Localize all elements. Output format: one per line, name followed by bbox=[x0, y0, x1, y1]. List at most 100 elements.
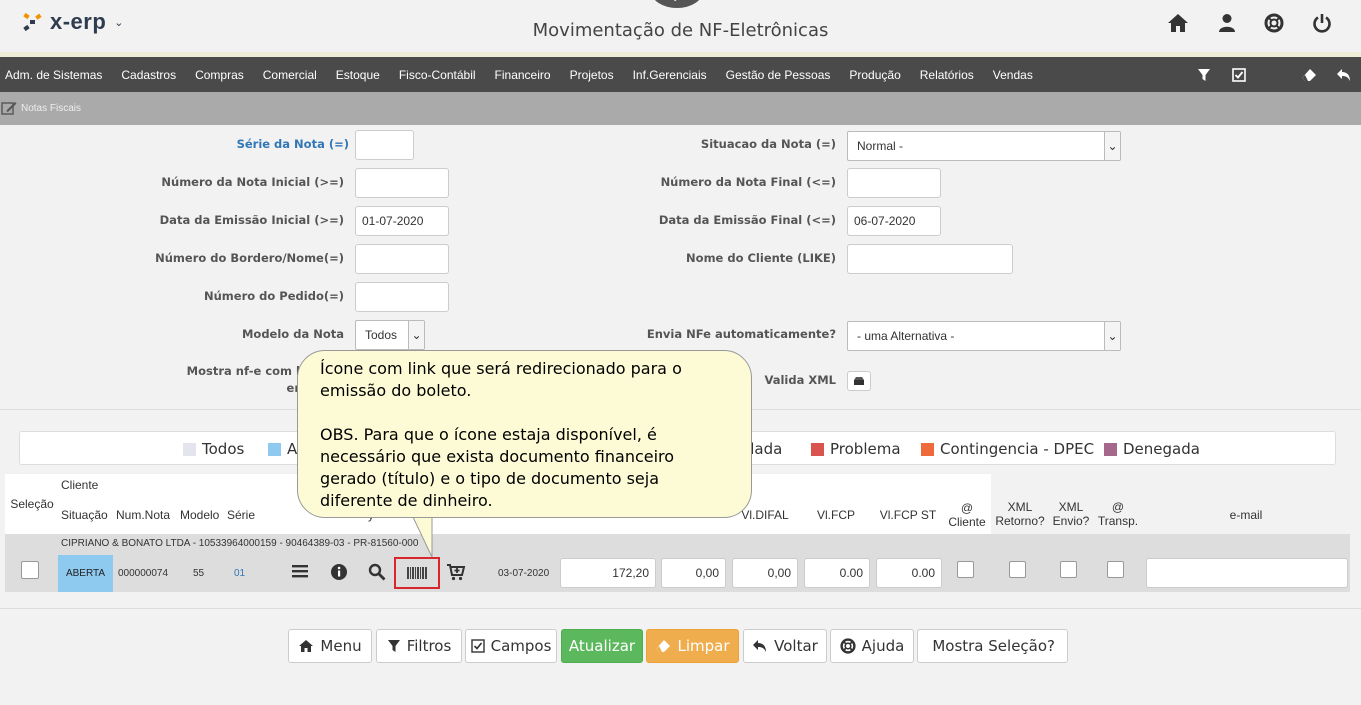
col-at-cliente: @ Cliente bbox=[948, 501, 986, 529]
row-xml-envio-checkbox[interactable] bbox=[1060, 561, 1077, 578]
nav-item-adm-sistemas[interactable]: Adm. de Sistemas bbox=[0, 68, 112, 82]
cliente-label: Nome do Cliente (LIKE) bbox=[686, 251, 836, 265]
row-vl-fcp-input[interactable]: 0.00 bbox=[804, 558, 870, 588]
voltar-button[interactable]: Voltar bbox=[743, 629, 827, 663]
menu-button[interactable]: Menu bbox=[288, 629, 372, 663]
callout-tail bbox=[411, 515, 435, 558]
row-vl-fcp-st-input[interactable]: 0.00 bbox=[876, 558, 942, 588]
col-email: e-mail bbox=[1229, 508, 1263, 522]
row-vl-difal-input[interactable]: 0,00 bbox=[732, 558, 798, 588]
home-icon bbox=[299, 640, 314, 652]
modelo-select[interactable]: Todos ⌄ bbox=[355, 320, 425, 350]
info-icon[interactable] bbox=[330, 563, 348, 584]
cliente-input[interactable] bbox=[847, 244, 1013, 274]
chevron-down-icon: ⌄ bbox=[1104, 132, 1120, 160]
row-num-nota: 000000074 bbox=[118, 568, 169, 579]
eraser-icon[interactable] bbox=[1292, 57, 1326, 92]
checkbox-icon[interactable] bbox=[1222, 57, 1256, 92]
nav-item-projetos[interactable]: Projetos bbox=[561, 68, 624, 82]
col-serie: Série bbox=[227, 508, 256, 522]
row-email-input[interactable] bbox=[1146, 558, 1348, 588]
help-lifebuoy-icon[interactable] bbox=[1261, 10, 1287, 36]
status-badge: ABERTA bbox=[58, 555, 113, 592]
nav-item-producao[interactable]: Produção bbox=[840, 68, 910, 82]
data-final-input[interactable]: 06-07-2020 bbox=[847, 206, 941, 236]
col-cliente: Cliente bbox=[61, 478, 99, 492]
callout-line: diferente de dinheiro. bbox=[320, 491, 493, 510]
campos-button[interactable]: Campos bbox=[465, 629, 557, 663]
legend-swatch bbox=[1104, 442, 1117, 456]
callout-line: gerado (título) e o tipo de documento se… bbox=[320, 469, 660, 488]
nav-item-compras[interactable]: Compras bbox=[186, 68, 254, 82]
modelo-value: Todos bbox=[365, 328, 398, 342]
mostra-label-2: er bbox=[286, 381, 300, 395]
row-at-transp-checkbox[interactable] bbox=[1107, 561, 1124, 578]
breadcrumb-label: Notas Fiscais bbox=[21, 103, 82, 114]
situacao-select[interactable]: Normal - ⌄ bbox=[847, 131, 1121, 161]
cart-plus-icon[interactable] bbox=[446, 563, 466, 584]
row-serie[interactable]: 01 bbox=[234, 568, 245, 579]
envia-select[interactable]: - uma Alternativa - ⌄ bbox=[847, 321, 1121, 351]
undo-icon[interactable] bbox=[1327, 57, 1361, 92]
undo-icon bbox=[753, 640, 767, 652]
situacao-label: Situacao da Nota (=) bbox=[700, 137, 836, 151]
row-valor-input[interactable]: 172,20 bbox=[560, 558, 656, 588]
legend-item-denegada[interactable]: Denegada bbox=[1104, 440, 1200, 458]
row-v2-input[interactable]: 0,00 bbox=[661, 558, 726, 588]
limpar-button[interactable]: Limpar bbox=[646, 629, 739, 663]
col-situacao: Situação bbox=[61, 508, 108, 522]
num-final-label: Número da Nota Final (<=) bbox=[660, 175, 836, 189]
valida-xml-button[interactable] bbox=[847, 371, 871, 391]
data-final-label: Data da Emissão Final (<=) bbox=[658, 213, 836, 227]
row-select-checkbox[interactable] bbox=[21, 561, 39, 579]
serie-label: Série da Nota (=) bbox=[236, 137, 349, 151]
barcode-boleto-icon[interactable] bbox=[394, 557, 440, 589]
nav-item-financeiro[interactable]: Financeiro bbox=[486, 68, 561, 82]
legend-swatch bbox=[921, 442, 934, 456]
row-xml-retorno-checkbox[interactable] bbox=[1009, 561, 1026, 578]
num-final-input[interactable] bbox=[847, 168, 941, 198]
situacao-value: Normal - bbox=[857, 139, 904, 153]
nav-item-vendas[interactable]: Vendas bbox=[984, 68, 1043, 82]
row-data: 03-07-2020 bbox=[498, 568, 550, 579]
chevron-down-icon: ⌄ bbox=[408, 321, 424, 349]
pedido-label: Número do Pedido(=) bbox=[204, 289, 344, 303]
envia-value: - uma Alternativa - bbox=[857, 329, 955, 343]
row-at-cliente-checkbox[interactable] bbox=[957, 561, 974, 578]
legend-item-contingencia[interactable]: Contingencia - DPEC bbox=[921, 440, 1094, 458]
bordero-input[interactable] bbox=[355, 244, 449, 274]
checkbox-icon bbox=[470, 639, 485, 653]
edit-icon bbox=[1, 102, 17, 115]
atualizar-button[interactable]: Atualizar bbox=[561, 629, 643, 663]
home-icon[interactable] bbox=[1165, 10, 1191, 36]
nav-item-inf-gerenciais[interactable]: Inf.Gerenciais bbox=[624, 68, 717, 82]
num-inicial-input[interactable] bbox=[355, 168, 449, 198]
search-icon[interactable] bbox=[368, 563, 386, 584]
nav-item-fisco-contabil[interactable]: Fisco-Contábil bbox=[390, 68, 486, 82]
callout-line: necessário que exista documento financei… bbox=[320, 447, 675, 466]
nav-item-comercial[interactable]: Comercial bbox=[254, 68, 327, 82]
nav-item-gestao-pessoas[interactable]: Gestão de Pessoas bbox=[717, 68, 841, 82]
serie-input[interactable] bbox=[355, 130, 414, 160]
mostra-label: Mostra nf-e com l bbox=[186, 364, 300, 378]
legend-swatch bbox=[183, 442, 196, 456]
filtros-button[interactable]: Filtros bbox=[376, 629, 462, 663]
user-icon[interactable] bbox=[1214, 10, 1240, 36]
top-hub-toggle[interactable]: ⌄ bbox=[651, 0, 703, 8]
legend-item-todos[interactable]: Todos bbox=[183, 440, 244, 458]
legend-item-problema[interactable]: Problema bbox=[811, 440, 901, 458]
pedido-input[interactable] bbox=[355, 282, 449, 312]
nav-item-cadastros[interactable]: Cadastros bbox=[112, 68, 186, 82]
num-inicial-label: Número da Nota Inicial (>=) bbox=[161, 175, 344, 189]
nav-item-relatorios[interactable]: Relatórios bbox=[911, 68, 984, 82]
power-icon[interactable] bbox=[1309, 10, 1335, 36]
mostra-selecao-button[interactable]: Mostra Seleção? bbox=[917, 629, 1068, 663]
filter-icon[interactable] bbox=[1187, 57, 1221, 92]
ajuda-button[interactable]: Ajuda bbox=[830, 629, 914, 663]
menu-lines-icon[interactable] bbox=[291, 563, 309, 582]
data-inicial-input[interactable]: 01-07-2020 bbox=[355, 206, 449, 236]
breadcrumb: Notas Fiscais bbox=[0, 92, 1361, 125]
callout-line: Ícone com link que será redirecionado pa… bbox=[320, 359, 682, 378]
col-vl-fcp-st: Vl.FCP ST bbox=[879, 508, 937, 522]
nav-item-estoque[interactable]: Estoque bbox=[327, 68, 390, 82]
